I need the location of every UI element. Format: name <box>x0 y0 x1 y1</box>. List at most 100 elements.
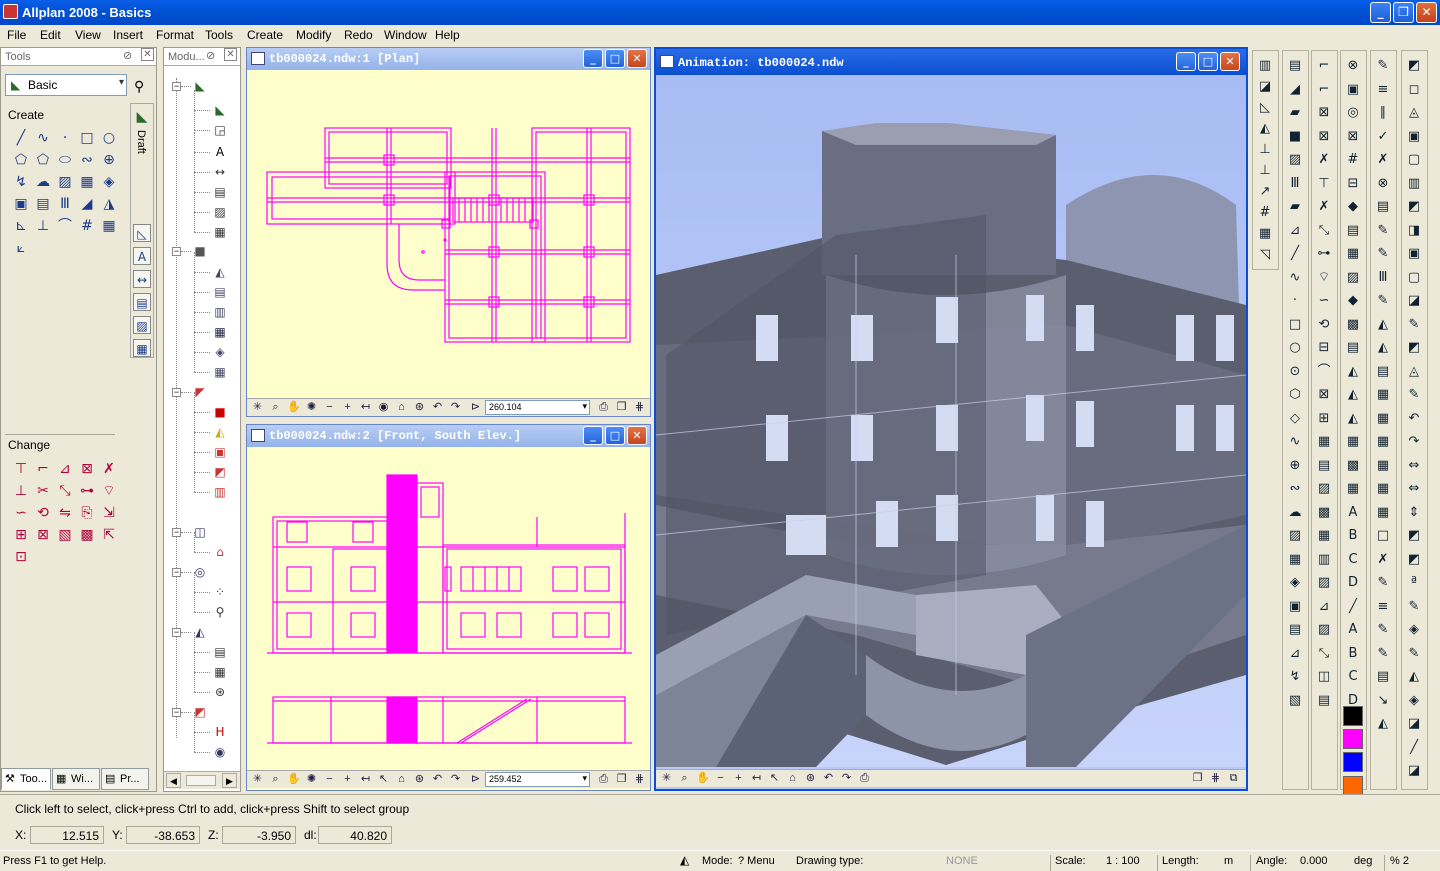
tool-2-28-icon[interactable]: ▧ <box>1285 691 1305 711</box>
measure-icon[interactable]: ⟀ <box>12 239 30 257</box>
expand-toggle[interactable]: − <box>172 247 181 256</box>
image-icon[interactable]: ▨ <box>212 204 228 220</box>
windows-icon[interactable]: ❐ <box>615 773 628 786</box>
tool-6-23-icon[interactable]: ª <box>1404 573 1424 593</box>
tool-2-21-icon[interactable]: ▨ <box>1285 526 1305 546</box>
tool-2-3-icon[interactable]: ▰ <box>1285 103 1305 123</box>
zoom-in-icon[interactable]: + <box>341 401 354 414</box>
tool-4-19-icon[interactable]: ▦ <box>1343 479 1363 499</box>
back-arrow-icon[interactable]: ↤ <box>359 401 372 414</box>
pin-icon[interactable]: ⊘ <box>206 49 215 62</box>
grid-icon[interactable]: # <box>78 217 96 235</box>
tool-2-12-icon[interactable]: □ <box>1285 315 1305 335</box>
draft-detail-icon[interactable]: ◲ <box>212 122 228 138</box>
front-window-titlebar[interactable]: tb000024.ndw:2 [Front, South Elev.] _ □ … <box>247 425 650 447</box>
pattern-icon[interactable]: ▦ <box>78 173 96 191</box>
dimension-icon[interactable]: ↔ <box>133 270 151 288</box>
menu-insert[interactable]: Insert <box>113 28 143 42</box>
visualize-icon[interactable]: ⁘ <box>212 584 228 600</box>
tool-3-19-icon[interactable]: ▨ <box>1314 479 1334 499</box>
tool-6-25-icon[interactable]: ◈ <box>1404 620 1424 640</box>
navigate-icon[interactable]: ⊛ <box>413 773 426 786</box>
tool-3-21-icon[interactable]: ▦ <box>1314 526 1334 546</box>
y-field[interactable]: -38.653 <box>126 826 200 844</box>
trim-icon[interactable]: ⊤ <box>12 460 30 478</box>
tool-2-18-icon[interactable]: ⊕ <box>1285 456 1305 476</box>
tool-2-8-icon[interactable]: ⊿ <box>1285 221 1305 241</box>
tool-4-10-icon[interactable]: ▨ <box>1343 268 1363 288</box>
tool-5-1-icon[interactable]: ✎ <box>1373 56 1393 76</box>
house-icon[interactable]: ⌂ <box>212 544 228 560</box>
undo-view-icon[interactable]: ↶ <box>431 401 444 414</box>
scroll-right-icon[interactable]: ▶ <box>222 773 237 788</box>
tool-3-26-icon[interactable]: ⤡ <box>1314 644 1334 664</box>
tool-3-6-icon[interactable]: ⊤ <box>1314 174 1334 194</box>
curve-icon[interactable]: ⌒ <box>56 217 74 235</box>
tool-1-1-icon[interactable]: ▥ <box>1255 56 1275 76</box>
tool-2-23-icon[interactable]: ◈ <box>1285 573 1305 593</box>
cloud-icon[interactable]: ☁ <box>34 173 52 191</box>
plan-close-button[interactable]: ✕ <box>627 49 647 68</box>
tool-4-16-icon[interactable]: ◭ <box>1343 409 1363 429</box>
render-icon[interactable]: ◉ <box>377 401 390 414</box>
roof-icon[interactable]: ▦ <box>212 364 228 380</box>
expand-toggle[interactable]: − <box>172 528 181 537</box>
menu-create[interactable]: Create <box>247 28 283 42</box>
tool-3-24-icon[interactable]: ⊿ <box>1314 597 1334 617</box>
tool-1-3-icon[interactable]: ◺ <box>1255 98 1275 118</box>
tool-5-10-icon[interactable]: Ⅲ <box>1373 268 1393 288</box>
cut-icon[interactable]: ✂ <box>34 482 52 500</box>
module-select[interactable]: ◣ Basic ▾ <box>5 74 127 96</box>
tool-1-4-icon[interactable]: ◭ <box>1255 119 1275 139</box>
tool-5-15-icon[interactable]: ▦ <box>1373 385 1393 405</box>
tool-5-27-icon[interactable]: ▤ <box>1373 667 1393 687</box>
tag-icon[interactable]: ◈ <box>212 344 228 360</box>
finishes-icon[interactable]: ▥ <box>212 484 228 500</box>
tool-4-6-icon[interactable]: ⊟ <box>1343 174 1363 194</box>
tool-6-24-icon[interactable]: ✎ <box>1404 597 1424 617</box>
grid-icon[interactable]: ▦ <box>212 224 228 240</box>
split-icon[interactable]: ⋕ <box>633 773 646 786</box>
circle-icon[interactable]: ○ <box>100 129 118 147</box>
tool-6-15-icon[interactable]: ✎ <box>1404 385 1424 405</box>
percent-value[interactable]: % 2 <box>1390 855 1409 867</box>
select-icon[interactable]: ↖ <box>377 773 390 786</box>
openings-icon[interactable]: ▣ <box>212 444 228 460</box>
scale-value[interactable]: 1 : 100 <box>1106 855 1140 867</box>
anim-maximize-button[interactable]: □ <box>1198 52 1218 71</box>
tool-2-20-icon[interactable]: ☁ <box>1285 503 1305 523</box>
tool-3-17-icon[interactable]: ▦ <box>1314 432 1334 452</box>
menu-redo[interactable]: Redo <box>344 28 373 42</box>
tool-6-6-icon[interactable]: ▥ <box>1404 174 1424 194</box>
tool-5-28-icon[interactable]: ↘ <box>1373 691 1393 711</box>
zoom-icon[interactable]: ⌕ <box>269 401 282 414</box>
bezier-icon[interactable]: ↯ <box>12 173 30 191</box>
z-field[interactable]: -3.950 <box>222 826 296 844</box>
expand-toggle[interactable]: − <box>172 568 181 577</box>
tool-3-12-icon[interactable]: ⟲ <box>1314 315 1334 335</box>
pan-icon[interactable]: ✋ <box>287 401 301 414</box>
tool-2-1-icon[interactable]: ▤ <box>1285 56 1305 76</box>
front-drawing[interactable] <box>247 447 650 772</box>
image-icon[interactable]: ▨ <box>133 316 151 334</box>
navigate-icon[interactable]: ⊛ <box>212 684 228 700</box>
tool-6-21-icon[interactable]: ◩ <box>1404 526 1424 546</box>
properties-icon[interactable]: ▤ <box>212 284 228 300</box>
expand-toggle[interactable]: − <box>172 708 181 717</box>
tool-6-30-icon[interactable]: ╱ <box>1404 738 1424 758</box>
angle-value[interactable]: 0.000 <box>1300 855 1328 867</box>
h-symbol-icon[interactable]: H <box>212 724 228 740</box>
tool-2-16-icon[interactable]: ◇ <box>1285 409 1305 429</box>
magenta-swatch[interactable] <box>1343 729 1363 749</box>
copy-objects-icon[interactable]: ▤ <box>212 644 228 660</box>
tool-3-9-icon[interactable]: ⊶ <box>1314 244 1334 264</box>
tool-4-17-icon[interactable]: ▦ <box>1343 432 1363 452</box>
mesh-icon[interactable]: ⊠ <box>34 526 52 544</box>
menu-tools[interactable]: Tools <box>205 28 233 42</box>
sun-icon[interactable]: ✺ <box>305 773 318 786</box>
matrix-icon[interactable]: ▦ <box>100 217 118 235</box>
plan-window[interactable]: tb000024.ndw:1 [Plan] _ □ ✕ ✳ ⌕ ✋ ✺ − + … <box>246 47 651 417</box>
module-close-icon[interactable]: ✕ <box>224 48 237 61</box>
expand-toggle[interactable]: − <box>172 82 181 91</box>
tool-5-26-icon[interactable]: ✎ <box>1373 644 1393 664</box>
